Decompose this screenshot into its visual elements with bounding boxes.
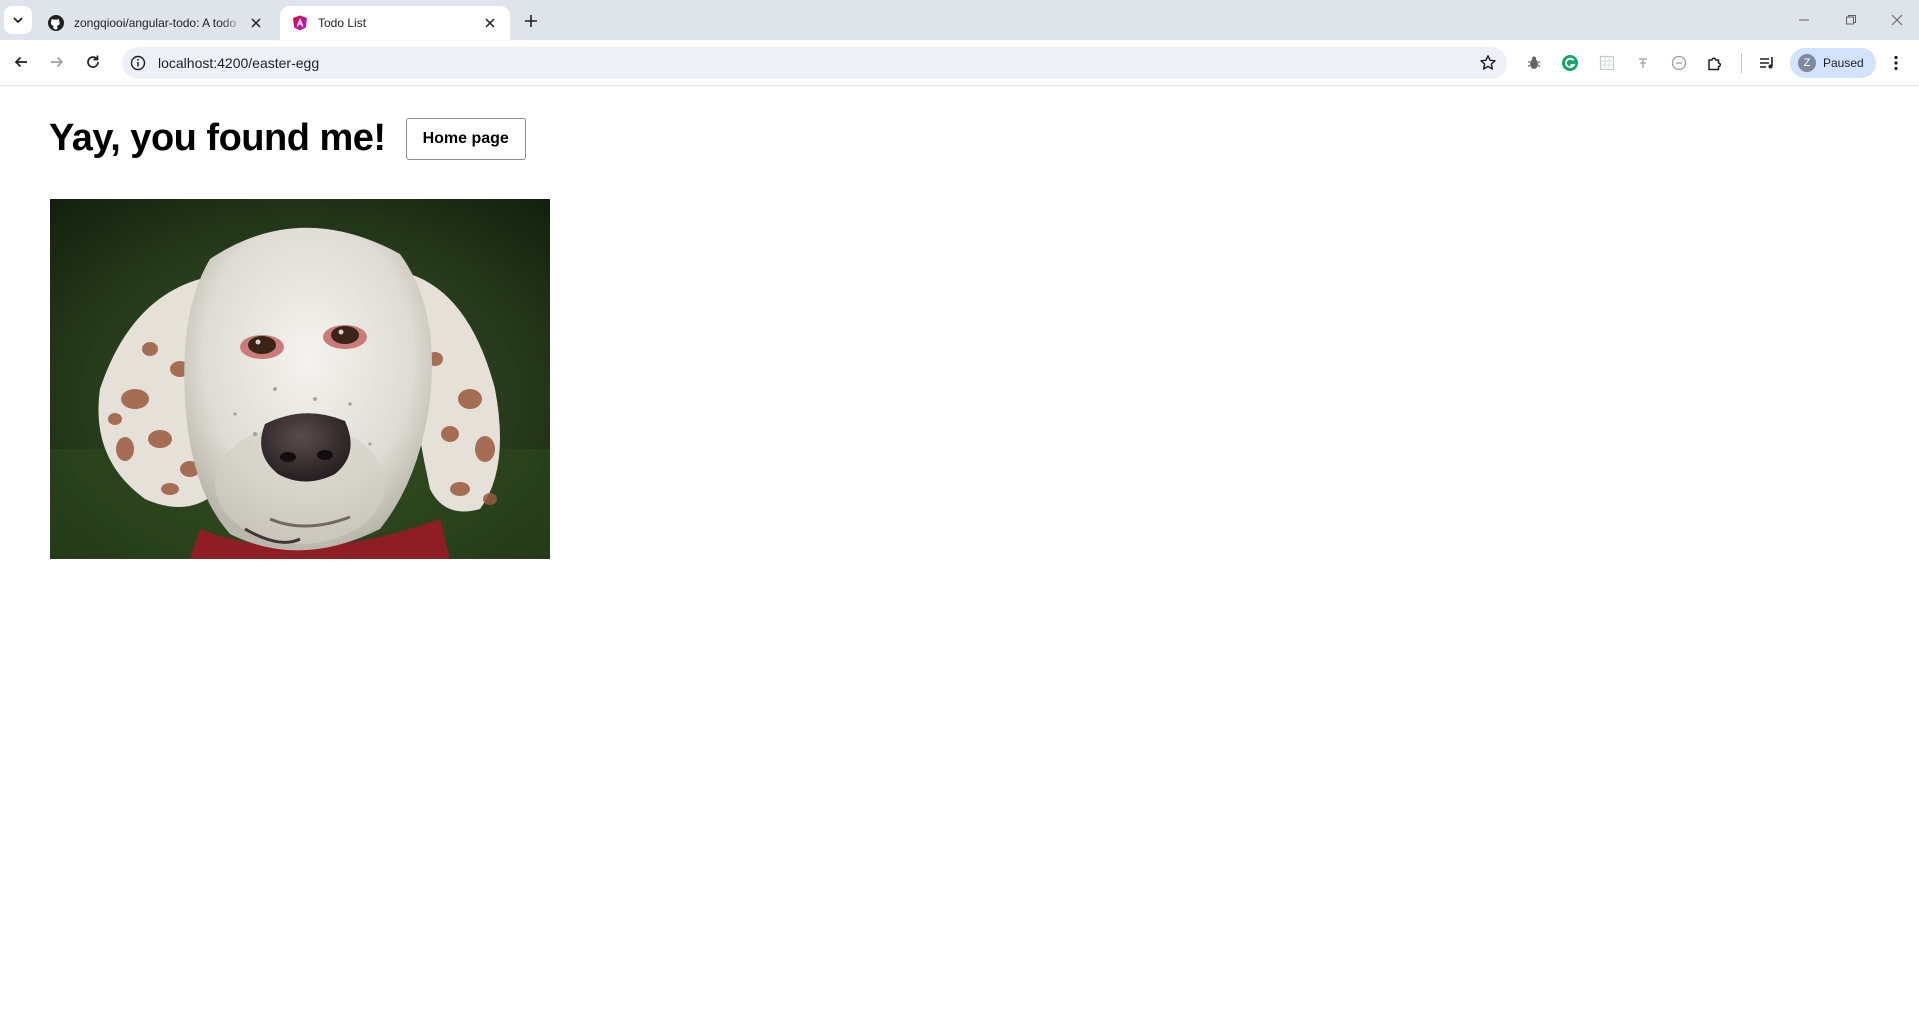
close-tab-icon[interactable] <box>480 13 500 33</box>
page-title: Yay, you found me! <box>49 117 386 159</box>
extensions-puzzle-icon[interactable] <box>1705 53 1725 73</box>
reload-button[interactable] <box>80 49 106 75</box>
page-content: Yay, you found me! Home page <box>0 87 1919 1023</box>
tab-title: zongqiooi/angular-todo: A todo <box>74 16 237 30</box>
tab-todo-list[interactable]: Todo List <box>280 6 510 40</box>
close-tab-icon[interactable] <box>246 13 266 33</box>
tab-search-button[interactable] <box>4 6 32 34</box>
profile-button[interactable]: Z Paused <box>1790 48 1876 78</box>
back-button[interactable] <box>8 49 34 75</box>
bookmark-star-icon[interactable] <box>1479 54 1497 72</box>
heading-row: Yay, you found me! Home page <box>49 117 526 160</box>
chevron-down-icon <box>13 17 23 24</box>
close-window-button[interactable] <box>1885 8 1909 32</box>
url-text: localhost:4200/easter-egg <box>158 55 320 71</box>
dog-photo <box>50 199 550 559</box>
tab-title: Todo List <box>318 16 367 30</box>
site-info-icon[interactable] <box>130 55 146 71</box>
arrow-right-icon <box>51 56 64 68</box>
github-icon <box>48 15 64 31</box>
minimize-button[interactable] <box>1792 8 1816 32</box>
angular-icon <box>292 15 308 31</box>
browser-toolbar: localhost:4200/easter-egg Z Paused <box>0 40 1919 86</box>
grid-extension-icon[interactable] <box>1597 53 1617 73</box>
media-controls-icon[interactable] <box>1757 53 1777 73</box>
toolbar-divider <box>1741 53 1742 73</box>
plus-icon <box>525 15 537 27</box>
arrow-left-icon <box>14 56 27 68</box>
translate-extension-icon[interactable] <box>1633 53 1653 73</box>
tab-github[interactable]: zongqiooi/angular-todo: A todo <box>36 6 276 40</box>
minimize-icon <box>1799 19 1809 21</box>
close-icon <box>1891 14 1903 26</box>
tab-strip: zongqiooi/angular-todo: A todo Todo List <box>0 0 1919 40</box>
home-page-button[interactable]: Home page <box>405 117 526 160</box>
address-bar[interactable]: localhost:4200/easter-egg <box>122 47 1507 79</box>
clock-extension-icon[interactable] <box>1669 53 1689 73</box>
browser-menu-button[interactable] <box>1886 53 1906 73</box>
new-tab-button[interactable] <box>520 10 542 32</box>
restore-icon <box>1846 15 1856 25</box>
restore-button[interactable] <box>1839 8 1863 32</box>
grammarly-icon[interactable] <box>1560 53 1580 73</box>
kebab-menu-icon <box>1894 55 1898 71</box>
reload-icon <box>87 55 99 68</box>
forward-button[interactable] <box>44 49 70 75</box>
avatar: Z <box>1798 54 1816 72</box>
profile-status: Paused <box>1823 56 1864 70</box>
bug-extension-icon[interactable] <box>1524 53 1544 73</box>
